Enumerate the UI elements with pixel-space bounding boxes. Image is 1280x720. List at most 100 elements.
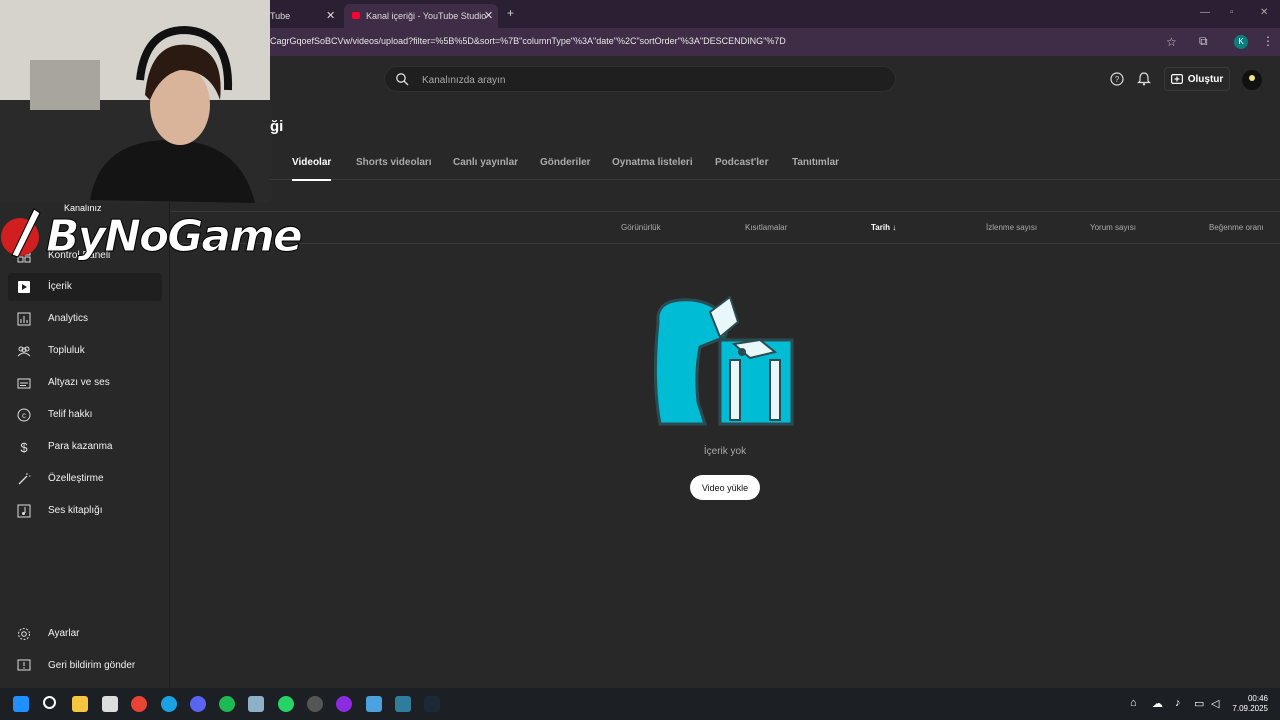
cloud-icon[interactable]: ☁ <box>1152 697 1163 710</box>
sidebar-item-label: Para kazanma <box>48 441 113 452</box>
help-icon[interactable]: ? <box>1110 72 1124 86</box>
profile-avatar[interactable]: K <box>1234 35 1248 49</box>
sidebar-item-label: İçerik <box>48 281 72 292</box>
extensions-icon[interactable]: ⧉ <box>1199 34 1208 49</box>
obs-icon[interactable] <box>336 696 352 712</box>
filter-bar[interactable] <box>170 180 1280 212</box>
svg-text:?: ? <box>1115 75 1120 84</box>
whatsapp-icon[interactable] <box>278 696 294 712</box>
app-icon[interactable] <box>307 696 323 712</box>
sidebar-item-subtitles[interactable]: Altyazı ve ses <box>8 369 162 397</box>
tab-live[interactable]: Canlı yayınlar <box>453 157 518 168</box>
tab-title: Tube <box>270 11 291 21</box>
window-close-icon[interactable]: ✕ <box>1260 7 1268 18</box>
notifications-bell-icon[interactable] <box>1137 72 1151 86</box>
sidebar-item-content[interactable]: İçerik <box>8 273 162 301</box>
sidebar-item-label: Özelleştirme <box>48 473 104 484</box>
sidebar-item-copyright[interactable]: c Telif hakkı <box>8 401 162 429</box>
more-menu-icon[interactable]: ⋮ <box>1262 34 1274 48</box>
sidebar-item-settings[interactable]: Ayarlar <box>8 620 162 648</box>
volume-icon[interactable]: ◁ <box>1211 697 1219 710</box>
sidebar-item-community[interactable]: Topluluk <box>8 337 162 365</box>
column-like-ratio[interactable]: Beğenme oranı <box>1209 223 1264 232</box>
address-bar[interactable]: CagrGqoefSoBCVw/videos/upload?filter=%5B… <box>270 36 786 46</box>
dollar-icon: $ <box>20 440 28 454</box>
youtube-studio-favicon-icon <box>352 12 360 19</box>
photos-icon[interactable] <box>248 696 264 712</box>
table-header: Görünürlük Kısıtlamalar Tarih ↓ İzlenme … <box>170 212 1280 244</box>
network-icon[interactable]: ▭ <box>1194 697 1204 710</box>
discord-icon[interactable] <box>190 696 206 712</box>
browser-tab-youtube[interactable]: Tube ✕ <box>270 4 342 28</box>
sidebar-item-monetization[interactable]: $ Para kazanma <box>8 433 162 461</box>
upload-video-button[interactable]: Video yükle <box>690 475 760 500</box>
chrome-icon[interactable] <box>131 696 147 712</box>
audio-library-icon <box>17 504 31 518</box>
sidebar-item-label: Altyazı ve ses <box>48 377 110 388</box>
microphone-icon[interactable]: ♪ <box>1175 697 1181 709</box>
minimize-icon[interactable]: — <box>1200 7 1210 18</box>
create-label: Oluştur <box>1187 73 1224 85</box>
wand-icon <box>18 473 31 485</box>
tab-shorts[interactable]: Shorts videoları <box>356 157 432 168</box>
svg-text:$: $ <box>20 440 28 454</box>
edge-icon[interactable] <box>161 696 177 712</box>
tab-playlists[interactable]: Oynatma listeleri <box>612 157 693 168</box>
app-icon[interactable] <box>366 696 382 712</box>
sidebar-item-label: Topluluk <box>48 345 85 356</box>
sidebar-item-label: Analytics <box>48 313 89 324</box>
svg-text:c: c <box>22 411 26 420</box>
sidebar-item-customization[interactable]: Özelleştirme <box>8 465 162 493</box>
sidebar-item-feedback[interactable]: Geri bildirim gönder <box>8 652 162 680</box>
column-views[interactable]: İzlenme sayısı <box>986 223 1037 232</box>
spotify-icon[interactable] <box>219 696 235 712</box>
search-icon <box>396 73 409 86</box>
tray-icon[interactable]: ⌂ <box>1130 697 1137 709</box>
close-icon[interactable]: ✕ <box>484 9 493 22</box>
analytics-icon <box>17 312 31 326</box>
bookmark-star-icon[interactable]: ☆ <box>1166 35 1177 49</box>
tab-videos[interactable]: Videolar <box>292 157 332 181</box>
bynogame-logo: ByNoGame <box>0 203 303 263</box>
tab-podcasts[interactable]: Podcast'ler <box>715 157 769 168</box>
notepad-icon[interactable] <box>395 696 411 712</box>
search-box[interactable] <box>384 66 896 92</box>
browser-tab-studio[interactable]: Kanal içeriği - YouTube Studio ✕ <box>344 4 498 28</box>
feedback-icon <box>17 659 31 671</box>
webcam-person-image <box>0 0 270 203</box>
sidebar-item-label: Ayarlar <box>48 628 80 639</box>
steam-icon[interactable] <box>424 696 440 712</box>
maximize-icon[interactable]: ▫ <box>1230 7 1234 18</box>
column-comments[interactable]: Yorum sayısı <box>1090 223 1136 232</box>
windows-taskbar: ⌂ ☁ ♪ ▭ ◁ 00:46 7.09.2025 <box>0 688 1280 720</box>
tab-posts[interactable]: Gönderiler <box>540 157 591 168</box>
community-icon <box>17 346 31 357</box>
content-icon <box>18 281 30 293</box>
sidebar-item-audio-library[interactable]: Ses kitaplığı <box>8 497 162 525</box>
file-explorer-icon[interactable] <box>72 696 88 712</box>
column-date-sorted[interactable]: Tarih ↓ <box>871 223 896 232</box>
search-icon[interactable] <box>43 696 56 709</box>
column-restrictions[interactable]: Kısıtlamalar <box>745 223 787 232</box>
clock[interactable]: 00:46 7.09.2025 <box>1226 694 1268 714</box>
create-button[interactable]: Oluştur <box>1164 67 1230 91</box>
sidebar-item-analytics[interactable]: Analytics <box>8 305 162 333</box>
store-icon[interactable] <box>102 696 118 712</box>
new-tab-button[interactable]: + <box>507 6 514 20</box>
subtitles-icon <box>17 378 31 389</box>
windows-start-icon[interactable] <box>13 696 29 712</box>
clock-date: 7.09.2025 <box>1232 704 1268 713</box>
tab-promotions[interactable]: Tanıtımlar <box>792 157 839 168</box>
clock-time: 00:46 <box>1247 694 1268 703</box>
account-avatar[interactable] <box>1242 70 1262 90</box>
webcam-overlay <box>0 0 270 203</box>
tab-title: Kanal içeriği - YouTube Studio <box>366 11 487 21</box>
column-visibility[interactable]: Görünürlük <box>621 223 661 232</box>
empty-state-illustration <box>653 295 794 426</box>
close-icon[interactable]: ✕ <box>326 9 335 22</box>
page-title: ği <box>270 118 284 135</box>
sidebar-item-label: Geri bildirim gönder <box>48 660 136 671</box>
search-input[interactable] <box>422 71 882 89</box>
copyright-icon: c <box>17 408 31 422</box>
logo-text: ByNoGame <box>46 211 304 263</box>
